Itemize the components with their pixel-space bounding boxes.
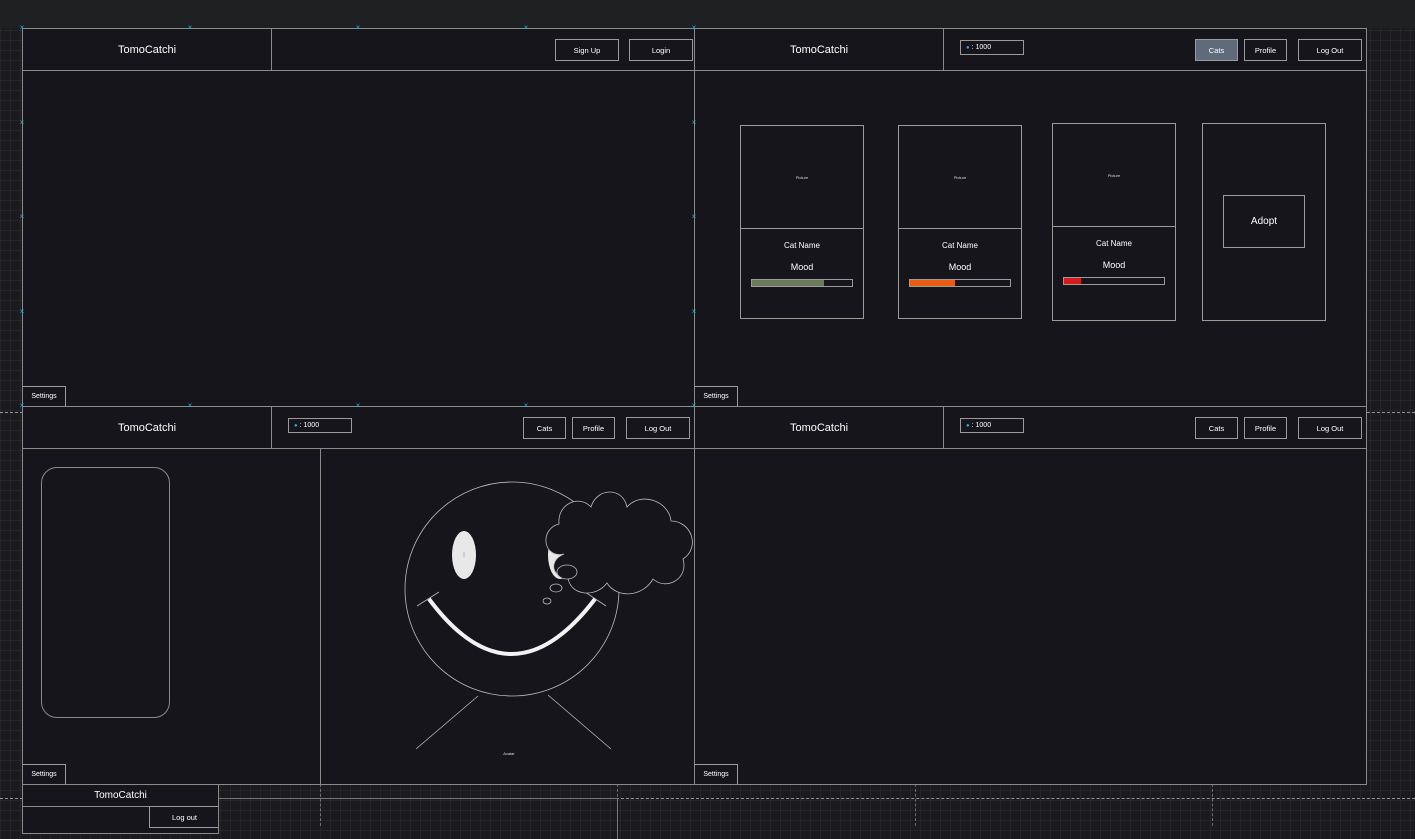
settings-button[interactable]: Settings	[695, 764, 738, 784]
selection-handle[interactable]: ×	[522, 24, 530, 32]
whisker-left	[416, 591, 440, 607]
selection-handle[interactable]: ×	[354, 402, 362, 410]
cat-picture: Picture	[899, 126, 1021, 229]
logout-button[interactable]: Log out	[149, 806, 218, 828]
app-logo[interactable]: TomoCatchi	[695, 407, 944, 448]
mood-fill	[910, 280, 955, 286]
selection-handle[interactable]: ×	[690, 402, 698, 410]
adopt-button[interactable]: Adopt	[1223, 195, 1305, 248]
mood-fill	[752, 280, 824, 286]
avatar-smile	[427, 597, 597, 656]
selection-handle[interactable]: ×	[690, 308, 698, 316]
selection-handle[interactable]: ×	[18, 24, 26, 32]
cats-button[interactable]: Cats	[1195, 417, 1238, 439]
header: TomoCatchi ● : 1000 Cats Profile Log Out	[695, 407, 1366, 449]
logout-button[interactable]: Log Out	[1298, 417, 1362, 439]
thought-bubble	[542, 491, 693, 605]
currency-display: ● : 1000	[960, 40, 1024, 55]
avatar-label: Avatar	[503, 751, 515, 756]
settings-button[interactable]: Settings	[23, 764, 66, 784]
cat-name: Cat Name	[783, 241, 820, 250]
cat-detail-frame: TomoCatchi ● : 1000 Cats Profile Log Out…	[22, 406, 695, 785]
mood-bar	[751, 279, 853, 287]
currency-display: ● : 1000	[288, 418, 352, 433]
mood-label: Mood	[1102, 260, 1126, 270]
settings-button[interactable]: Settings	[23, 386, 66, 406]
currency-amount: : 1000	[971, 422, 992, 429]
coin-icon: ●	[966, 422, 970, 429]
app-toolbar	[0, 0, 1415, 28]
landing-frame: TomoCatchi Sign Up Login Settings	[22, 28, 695, 407]
currency-amount: : 1000	[971, 44, 992, 51]
cat-card[interactable]: Picture Cat Name Mood	[898, 125, 1022, 319]
app-logo[interactable]: TomoCatchi	[23, 407, 272, 448]
cats-button[interactable]: Cats	[523, 417, 566, 439]
app-logo[interactable]: TomoCatchi	[23, 29, 272, 70]
app-logo[interactable]: TomoCatchi	[695, 29, 944, 70]
logout-button[interactable]: Log Out	[626, 417, 690, 439]
avatar-arm-left	[415, 695, 479, 750]
cat-card[interactable]: Picture Cat Name Mood	[1052, 123, 1176, 321]
profile-button[interactable]: Profile	[1244, 39, 1287, 61]
guide-line	[1212, 784, 1213, 826]
mobile-header: TomoCatchi	[23, 785, 218, 807]
signup-button[interactable]: Sign Up	[555, 39, 619, 61]
mobile-frame-outline	[219, 798, 618, 839]
settings-button[interactable]: Settings	[695, 386, 738, 406]
selection-handle[interactable]: ×	[690, 213, 698, 221]
cats-button[interactable]: Cats	[1195, 39, 1238, 61]
selection-handle[interactable]: ×	[18, 213, 26, 221]
selection-handle[interactable]: ×	[354, 24, 362, 32]
app-logo[interactable]: TomoCatchi	[94, 790, 147, 801]
mood-bar	[1063, 277, 1165, 285]
login-button[interactable]: Login	[629, 39, 693, 61]
profile-frame: TomoCatchi ● : 1000 Cats Profile Log Out…	[694, 406, 1367, 785]
selection-handle[interactable]: ×	[690, 119, 698, 127]
profile-button[interactable]: Profile	[572, 417, 615, 439]
cat-name: Cat Name	[1095, 239, 1132, 248]
selection-handle[interactable]: ×	[18, 402, 26, 410]
coin-icon: ●	[294, 422, 298, 429]
inventory-panel[interactable]	[41, 467, 170, 718]
header: TomoCatchi ● : 1000 Cats Profile Log Out	[23, 407, 694, 449]
currency-display: ● : 1000	[960, 418, 1024, 433]
selection-handle[interactable]: ×	[690, 24, 698, 32]
cats-frame: TomoCatchi ● : 1000 Cats Profile Log Out…	[694, 28, 1367, 407]
selection-handle[interactable]: ×	[522, 402, 530, 410]
currency-amount: : 1000	[299, 422, 320, 429]
cat-avatar[interactable]: Avatar	[321, 449, 695, 785]
cat-picture: Picture	[741, 126, 863, 229]
mood-label: Mood	[790, 262, 814, 272]
logout-button[interactable]: Log Out	[1298, 39, 1362, 61]
selection-handle[interactable]: ×	[186, 402, 194, 410]
cat-card[interactable]: Picture Cat Name Mood	[740, 125, 864, 319]
adopt-card: Adopt	[1202, 123, 1326, 321]
selection-handle[interactable]: ×	[18, 119, 26, 127]
header: TomoCatchi Sign Up Login	[23, 29, 694, 71]
header: TomoCatchi ● : 1000 Cats Profile Log Out	[695, 29, 1366, 71]
selection-handle[interactable]: ×	[18, 308, 26, 316]
avatar-arm-right	[547, 694, 612, 750]
mood-fill	[1064, 278, 1081, 284]
mood-bar	[909, 279, 1011, 287]
mood-label: Mood	[948, 262, 972, 272]
selection-handle[interactable]: ×	[186, 24, 194, 32]
cat-name: Cat Name	[941, 241, 978, 250]
cat-picture: Picture	[1053, 124, 1175, 227]
mobile-frame: TomoCatchi Log out	[22, 784, 219, 834]
profile-button[interactable]: Profile	[1244, 417, 1287, 439]
coin-icon: ●	[966, 44, 970, 51]
whisker-right	[584, 591, 607, 607]
guide-line	[915, 784, 916, 826]
